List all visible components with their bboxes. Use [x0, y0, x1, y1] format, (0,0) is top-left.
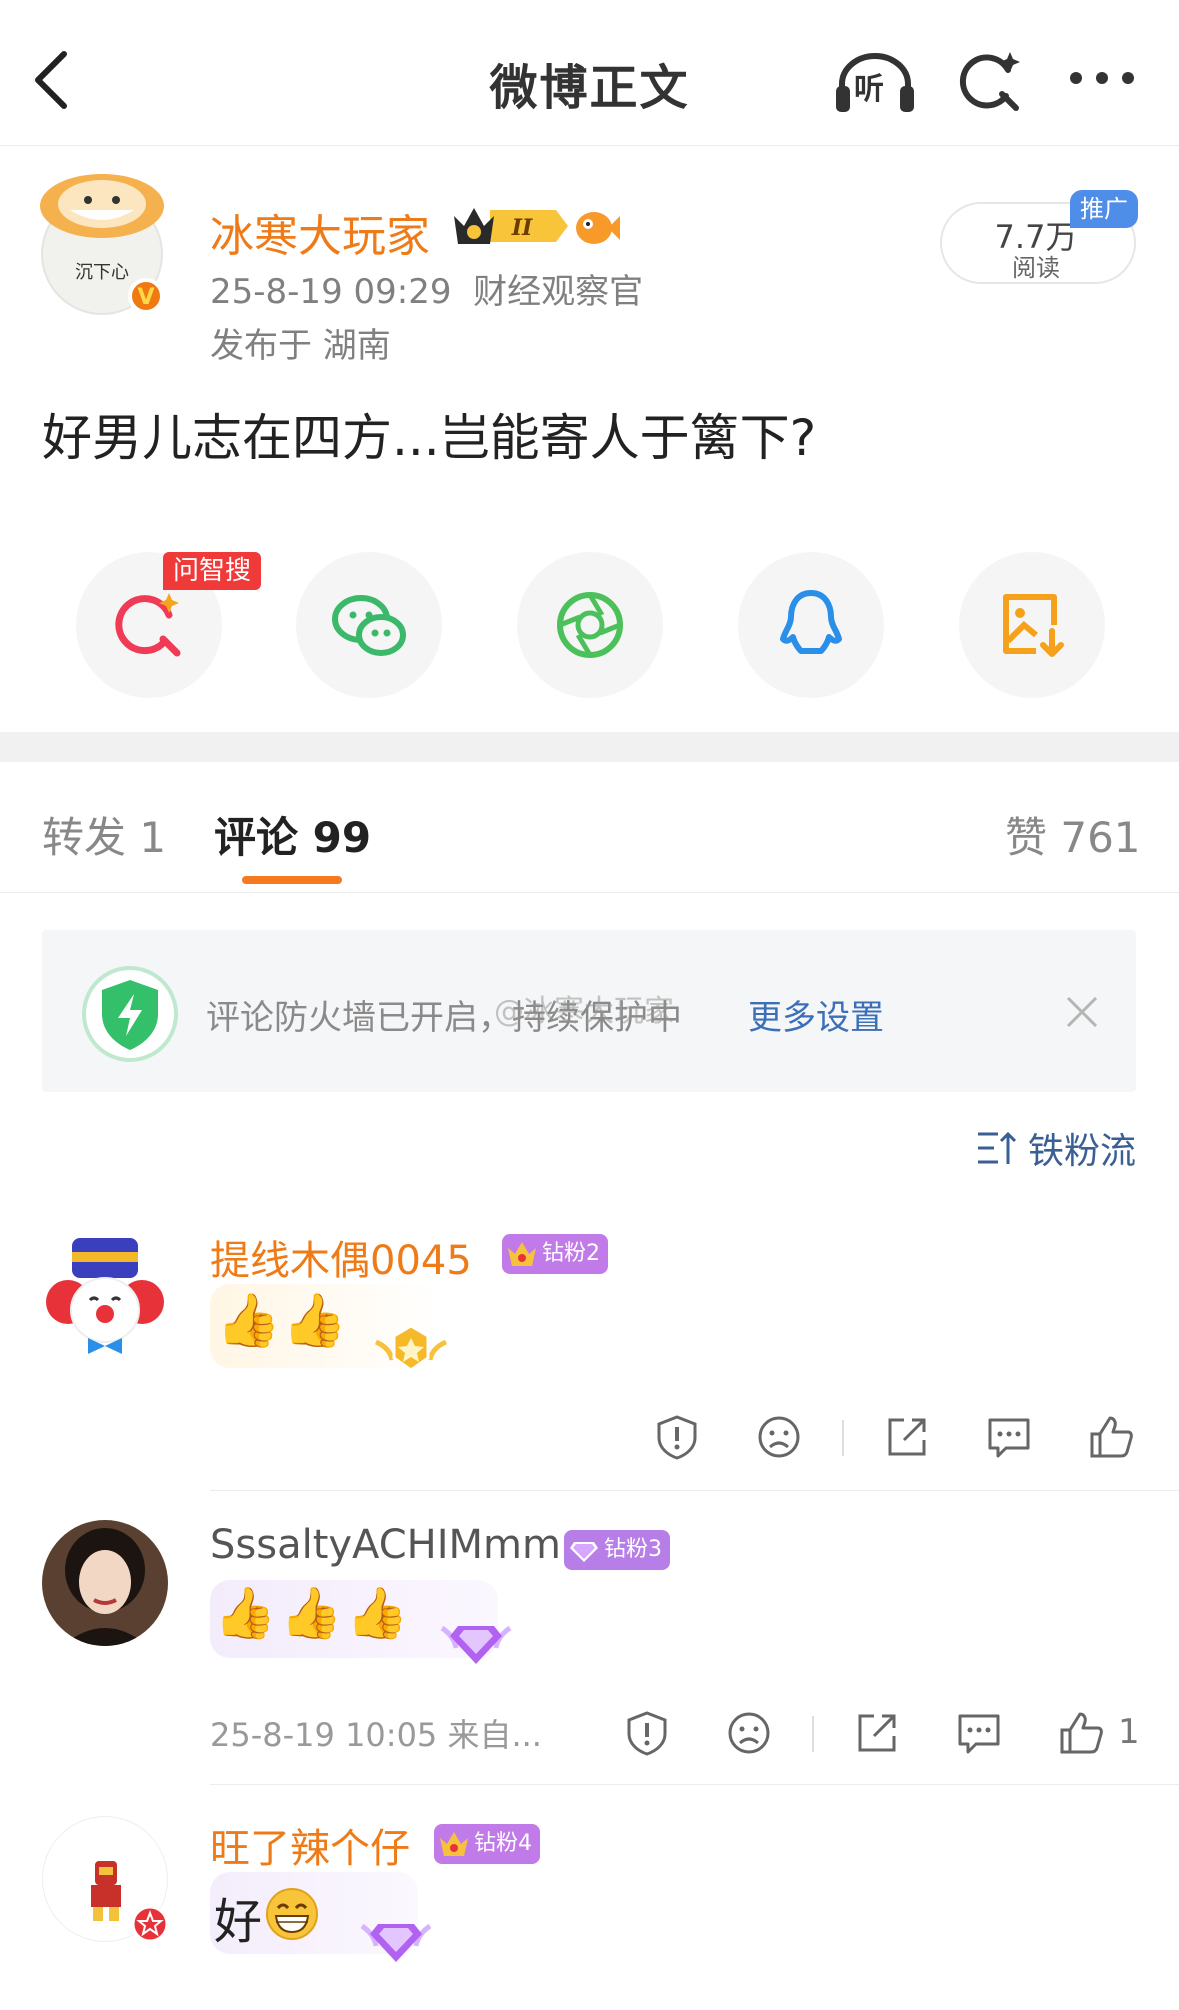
qq-share-button[interactable]	[738, 552, 884, 698]
fan-badge-label: 钻粉4	[474, 1831, 532, 1856]
wechat-icon	[332, 595, 406, 656]
thumbs-up-emoji: 👍	[280, 1584, 343, 1642]
svg-text:V: V	[137, 285, 154, 310]
comment-divider	[210, 1784, 1179, 1785]
fan-level-badge[interactable]: 钻粉4	[434, 1824, 540, 1864]
commenter-name[interactable]: SssaltyACHIMmm	[210, 1522, 561, 1568]
tab-comments[interactable]: 评论 99	[214, 804, 371, 865]
reads-label: 阅读	[1012, 254, 1060, 282]
shield-icon	[80, 964, 180, 1064]
like-thumb-icon[interactable]	[1058, 1710, 1104, 1756]
promote-tag[interactable]: 推广	[1070, 190, 1138, 228]
comment-text: 好	[214, 1894, 263, 1950]
fan-badge-label: 钻粉2	[542, 1241, 600, 1266]
dislike-face-icon[interactable]	[726, 1710, 772, 1756]
commenter-avatar[interactable]	[42, 1520, 168, 1646]
reply-icon[interactable]	[986, 1414, 1032, 1460]
comment-firewall-banner: 评论防火墙已开启，持续保护中 @冰寒大玩家 更多设置	[42, 930, 1136, 1092]
author-name[interactable]: 冰寒大玩家	[210, 200, 430, 264]
watermark-text: @冰寒大玩家	[494, 994, 674, 1029]
action-separator	[842, 1420, 844, 1456]
thumbs-up-emoji: 👍	[214, 1584, 277, 1642]
section-divider	[0, 732, 1179, 762]
ai-search-icon	[115, 593, 181, 657]
grin-emoji-icon	[266, 1888, 318, 1940]
action-separator	[812, 1716, 814, 1752]
fan-level-badge[interactable]: 钻粉3	[564, 1530, 670, 1570]
sort-icon	[978, 1131, 1016, 1164]
post-time-and-title: 25-8-19 09:29 财经观察官	[210, 272, 644, 312]
close-icon[interactable]	[1064, 994, 1100, 1030]
thumbs-up-emoji: 👍	[282, 1291, 347, 1351]
listen-label: 听	[854, 72, 884, 107]
comment-emoji-content: 👍 👍 👍	[210, 1580, 520, 1670]
report-icon[interactable]	[654, 1414, 700, 1460]
share-icon[interactable]	[884, 1414, 930, 1460]
thumbs-up-emoji: 👍	[216, 1291, 281, 1351]
gold-fan-medal-icon	[374, 1324, 448, 1372]
save-image-share-button[interactable]	[959, 552, 1105, 698]
tab-reposts[interactable]: 转发 1	[42, 804, 166, 865]
moments-aperture-icon	[557, 592, 623, 658]
moments-share-button[interactable]	[517, 552, 663, 698]
thumbs-up-emoji: 👍	[346, 1584, 409, 1642]
comment-time-source: 25-8-19 10:05 来自...	[210, 1716, 542, 1754]
fan-level-badge[interactable]: 钻粉2	[502, 1234, 608, 1274]
save-image-icon	[1003, 594, 1064, 657]
top-bar: 微博正文 听	[0, 0, 1179, 146]
avatar-calligraphy: 沉下心	[75, 262, 129, 283]
report-icon[interactable]	[624, 1710, 670, 1756]
member-level-badge[interactable]: II	[450, 202, 570, 250]
svg-text:II: II	[511, 215, 533, 241]
commenter-name[interactable]: 提线木偶0045	[210, 1228, 472, 1286]
sort-label: 铁粉流	[1028, 1131, 1137, 1172]
reply-icon[interactable]	[956, 1710, 1002, 1756]
comment-content: 好	[210, 1872, 450, 1968]
commenter-avatar[interactable]	[42, 1816, 169, 1943]
commenter-name[interactable]: 旺了辣个仔	[210, 1816, 410, 1874]
comment-emoji-content: 👍 👍	[210, 1284, 450, 1372]
more-options-icon[interactable]	[1066, 66, 1138, 90]
verified-star-icon	[131, 1905, 169, 1943]
dislike-face-icon[interactable]	[756, 1414, 802, 1460]
author-avatar[interactable]: 沉下心 V	[40, 166, 170, 316]
qq-penguin-icon	[780, 590, 842, 654]
crown-gem-icon	[440, 1832, 468, 1856]
diamond-icon	[570, 1542, 598, 1562]
like-count: 1	[1118, 1712, 1140, 1752]
fan-club-badge-icon[interactable]	[572, 204, 620, 248]
comment-divider	[210, 1490, 1179, 1491]
more-settings-link[interactable]: 更多设置	[748, 990, 884, 1039]
purple-diamond-medal-icon	[440, 1625, 512, 1664]
fan-badge-label: 钻粉3	[604, 1537, 662, 1562]
ai-search-tag: 问智搜	[163, 552, 262, 590]
smart-search-icon[interactable]	[956, 48, 1024, 116]
commenter-avatar[interactable]	[42, 1230, 168, 1356]
like-thumb-icon[interactable]	[1088, 1414, 1134, 1460]
share-icon[interactable]	[854, 1710, 900, 1756]
crown-gem-icon	[508, 1242, 536, 1266]
purple-diamond-medal-icon	[360, 1923, 432, 1962]
listen-button[interactable]: 听	[834, 50, 916, 114]
tabs-divider	[0, 892, 1179, 893]
post-location: 发布于 湖南	[210, 326, 391, 366]
tab-likes[interactable]: 赞 761	[1005, 804, 1141, 865]
active-tab-indicator	[242, 876, 342, 884]
wechat-share-button[interactable]	[296, 552, 442, 698]
post-content: 好男儿志在四方...岂能寄人于篱下?	[42, 409, 817, 467]
